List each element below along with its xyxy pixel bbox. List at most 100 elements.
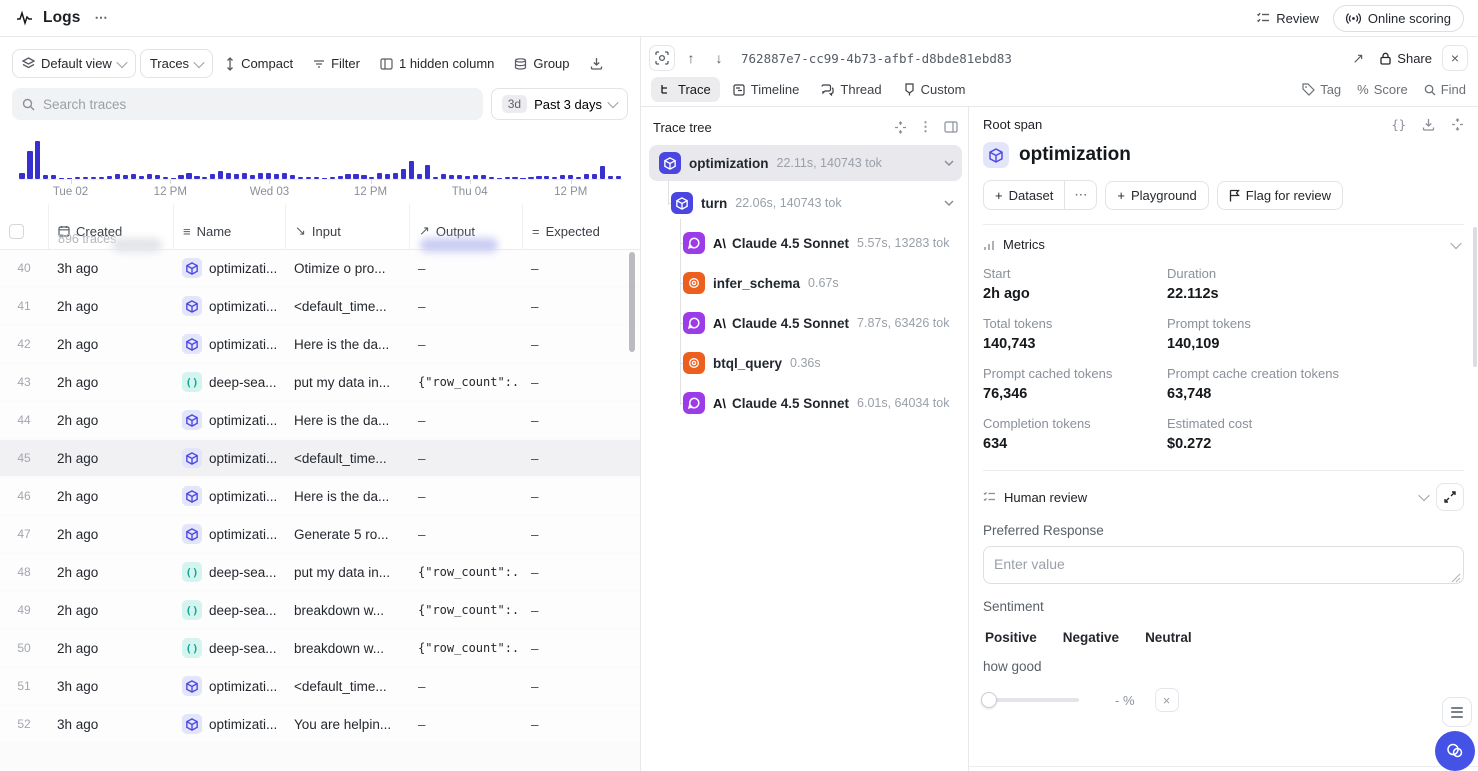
chevron-down-icon[interactable] [944,160,954,166]
histogram-bar[interactable] [273,132,281,179]
how-good-slider[interactable] [983,692,1079,708]
next-trace-button[interactable]: ↓ [707,46,731,70]
histogram-bar[interactable] [487,132,495,179]
table-scrollbar[interactable] [629,252,635,771]
review-button[interactable]: Review [1256,11,1319,26]
table-row[interactable]: 472h agooptimizati...Generate 5 ro...–– [0,516,640,552]
histogram-bar[interactable] [432,132,440,179]
histogram-bar[interactable] [344,132,352,179]
tab-thread[interactable]: Thread [812,77,890,102]
histogram-bar[interactable] [424,132,432,179]
compact-toggle[interactable]: Compact [217,50,301,77]
expand-all-icon[interactable] [1451,118,1464,131]
column-header-name[interactable]: ≡ Name [173,204,285,249]
histogram-bar[interactable] [543,132,551,179]
hidden-columns-button[interactable]: 1 hidden column [372,50,502,77]
tree-options-icon[interactable]: ⋮ [919,119,932,135]
histogram-bar[interactable] [113,132,121,179]
histogram-bar[interactable] [280,132,288,179]
histogram-bar[interactable] [82,132,90,179]
histogram-bar[interactable] [400,132,408,179]
histogram-bar[interactable] [304,132,312,179]
table-row[interactable]: 412h agooptimizati...<default_time...–– [0,288,640,324]
histogram-bar[interactable] [121,132,129,179]
chevron-down-icon[interactable] [1450,237,1461,248]
histogram-bar[interactable] [98,132,106,179]
trace-tree-item[interactable]: infer_schema0.67s [649,265,962,301]
chevron-down-icon[interactable] [944,200,954,206]
share-button[interactable]: Share [1380,51,1432,66]
focus-span-button[interactable] [649,45,675,71]
search-traces-input[interactable] [43,97,473,112]
histogram-bar[interactable] [153,132,161,179]
search-traces-box[interactable] [12,88,483,120]
histogram-bar[interactable] [575,132,583,179]
histogram-bar[interactable] [90,132,98,179]
histogram-bar[interactable] [58,132,66,179]
group-button[interactable]: Group [506,50,577,77]
chevron-down-icon[interactable] [1418,490,1429,501]
download-icon[interactable] [1422,118,1435,131]
add-to-dataset-button[interactable]: + Dataset [983,180,1064,210]
tab-custom[interactable]: Custom [895,77,975,102]
histogram-bar[interactable] [18,132,26,179]
trace-tree-item[interactable]: A\Claude 4.5 Sonnet5.57s, 13283 tok [649,225,962,261]
histogram-bar[interactable] [471,132,479,179]
table-row[interactable]: 452h agooptimizati...<default_time...–– [0,440,640,476]
histogram-bar[interactable] [614,132,622,179]
histogram-bar[interactable] [161,132,169,179]
histogram-bar[interactable] [416,132,424,179]
expand-review-button[interactable] [1436,483,1464,511]
table-row[interactable]: 403h agooptimizati...Otimize o pro...–– [0,250,640,286]
trace-tree-item[interactable]: A\Claude 4.5 Sonnet6.01s, 64034 tok [649,385,962,421]
histogram-bar[interactable] [527,132,535,179]
histogram-bar[interactable] [145,132,153,179]
histogram-bar[interactable] [185,132,193,179]
table-row[interactable]: 462h agooptimizati...Here is the da...–– [0,478,640,514]
histogram-bar[interactable] [320,132,328,179]
filter-button[interactable]: Filter [305,50,368,77]
histogram-bar[interactable] [233,132,241,179]
histogram-bar[interactable] [249,132,257,179]
trace-tree-item[interactable]: btql_query0.36s [649,345,962,381]
sentiment-neutral-button[interactable]: Neutral [1145,630,1192,645]
histogram-bar[interactable] [599,132,607,179]
histogram-bar[interactable] [50,132,58,179]
open-full-page-button[interactable]: ↗ [1346,46,1370,70]
histogram-bar[interactable] [129,132,137,179]
column-header-input[interactable]: ↘ Input [285,204,409,249]
export-button[interactable] [582,51,611,76]
table-row[interactable]: 432h ago()deep-sea...put my data in...{"… [0,364,640,400]
histogram-bar[interactable] [137,132,145,179]
histogram-bar[interactable] [392,132,400,179]
histogram-bar[interactable] [26,132,34,179]
flag-for-review-button[interactable]: Flag for review [1217,181,1343,210]
trace-tree-item[interactable]: turn22.06s, 140743 tok [649,185,962,221]
score-button[interactable]: % Score [1357,82,1408,97]
traces-selector[interactable]: Traces [140,49,213,78]
histogram-bar[interactable] [225,132,233,179]
histogram-bar[interactable] [42,132,50,179]
histogram-bar[interactable] [583,132,591,179]
date-range-selector[interactable]: 3d Past 3 days [491,88,628,120]
histogram-bar[interactable] [567,132,575,179]
histogram-bar[interactable] [66,132,74,179]
table-row[interactable]: 422h agooptimizati...Here is the da...–– [0,326,640,362]
tag-button[interactable]: Tag [1302,82,1341,97]
histogram-bar[interactable] [288,132,296,179]
view-selector[interactable]: Default view [12,49,136,78]
expand-all-icon[interactable] [894,121,907,134]
trace-tree-item[interactable]: optimization22.11s, 140743 tok [649,145,962,181]
dataset-options-button[interactable]: ⋯ [1064,180,1097,210]
floating-menu-button[interactable] [1442,697,1472,727]
slider-knob[interactable] [981,692,997,708]
histogram-bar[interactable] [241,132,249,179]
open-in-playground-button[interactable]: + Playground [1105,181,1208,210]
histogram-bar[interactable] [34,132,42,179]
table-row[interactable]: 513h agooptimizati...<default_time...–– [0,668,640,704]
histogram-bar[interactable] [408,132,416,179]
histogram-bar[interactable] [74,132,82,179]
histogram-bar[interactable] [384,132,392,179]
histogram-bar[interactable] [455,132,463,179]
histogram-bar[interactable] [511,132,519,179]
